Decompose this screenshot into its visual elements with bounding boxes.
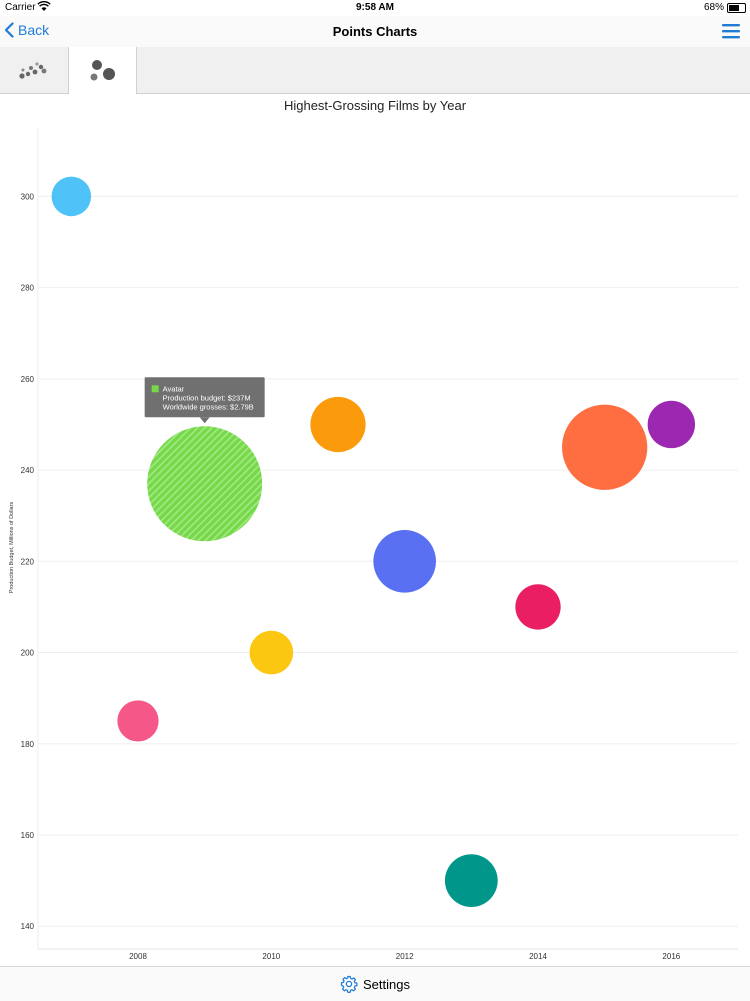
bubble-chart-icon [90, 60, 115, 81]
bubble [562, 404, 648, 490]
hamburger-menu-icon[interactable] [722, 23, 740, 44]
status-bar: Carrier 9:58 AM 68% [0, 0, 750, 16]
tooltip: AvatarProduction budget: $237MWorldwide … [144, 377, 265, 424]
bubble [117, 700, 159, 742]
x-tick-label: 2010 [262, 952, 280, 961]
tooltip-pointer [199, 417, 210, 424]
page-title: Points Charts [332, 24, 418, 39]
y-tick-label: 240 [21, 466, 35, 475]
bubble [51, 176, 92, 217]
tooltip-line: Worldwide grosses: $2.79B [163, 402, 254, 411]
scatter-chart-icon [19, 62, 47, 79]
bubble [515, 584, 561, 630]
y-tick-label: 140 [21, 922, 35, 931]
chart-canvas: 140 160 180 200 220 240 260 280 300 2008 2010 2012 2… [9, 128, 738, 961]
bubble [147, 426, 263, 542]
gear-icon [340, 975, 358, 993]
y-tick-label: 300 [21, 192, 35, 201]
chart-type-tabs [0, 47, 750, 94]
tab-scatter-chart[interactable] [0, 47, 68, 93]
bubble-chart: Highest-Grossing Films by Year 140 160 180… [0, 94, 750, 966]
x-tick-label: 2016 [662, 952, 680, 961]
bubble [249, 630, 294, 675]
y-tick-label: 200 [21, 649, 35, 658]
settings-label: Settings [363, 976, 410, 992]
navigation-bar: Back Points Charts [0, 16, 750, 48]
x-tick-label: 2008 [129, 952, 147, 961]
tooltip-swatch [151, 385, 159, 393]
y-tick-label: 180 [21, 740, 35, 749]
tooltip-title: Avatar [163, 384, 185, 393]
y-tick-label: 220 [21, 557, 35, 566]
bubble [444, 854, 498, 907]
y-tick-label: 160 [21, 831, 35, 840]
settings-button[interactable]: Settings [0, 975, 750, 993]
y-tick-label: 280 [21, 284, 35, 293]
bubble [373, 529, 436, 593]
x-tick-label: 2012 [396, 952, 414, 961]
battery-icon [727, 3, 746, 13]
y-axis-label: Production Budget, Millions of Dollars [9, 502, 15, 594]
battery-percent: 68% [703, 2, 724, 13]
bottom-toolbar: Settings [0, 966, 750, 1001]
bubble [310, 396, 366, 453]
bubble [647, 400, 696, 449]
tooltip-line: Production budget: $237M [163, 393, 251, 402]
x-tick-label: 2014 [529, 952, 547, 961]
tab-bubble-chart[interactable] [68, 47, 137, 94]
y-tick-label: 260 [21, 375, 35, 384]
clock-time: 9:58 AM [356, 2, 394, 13]
